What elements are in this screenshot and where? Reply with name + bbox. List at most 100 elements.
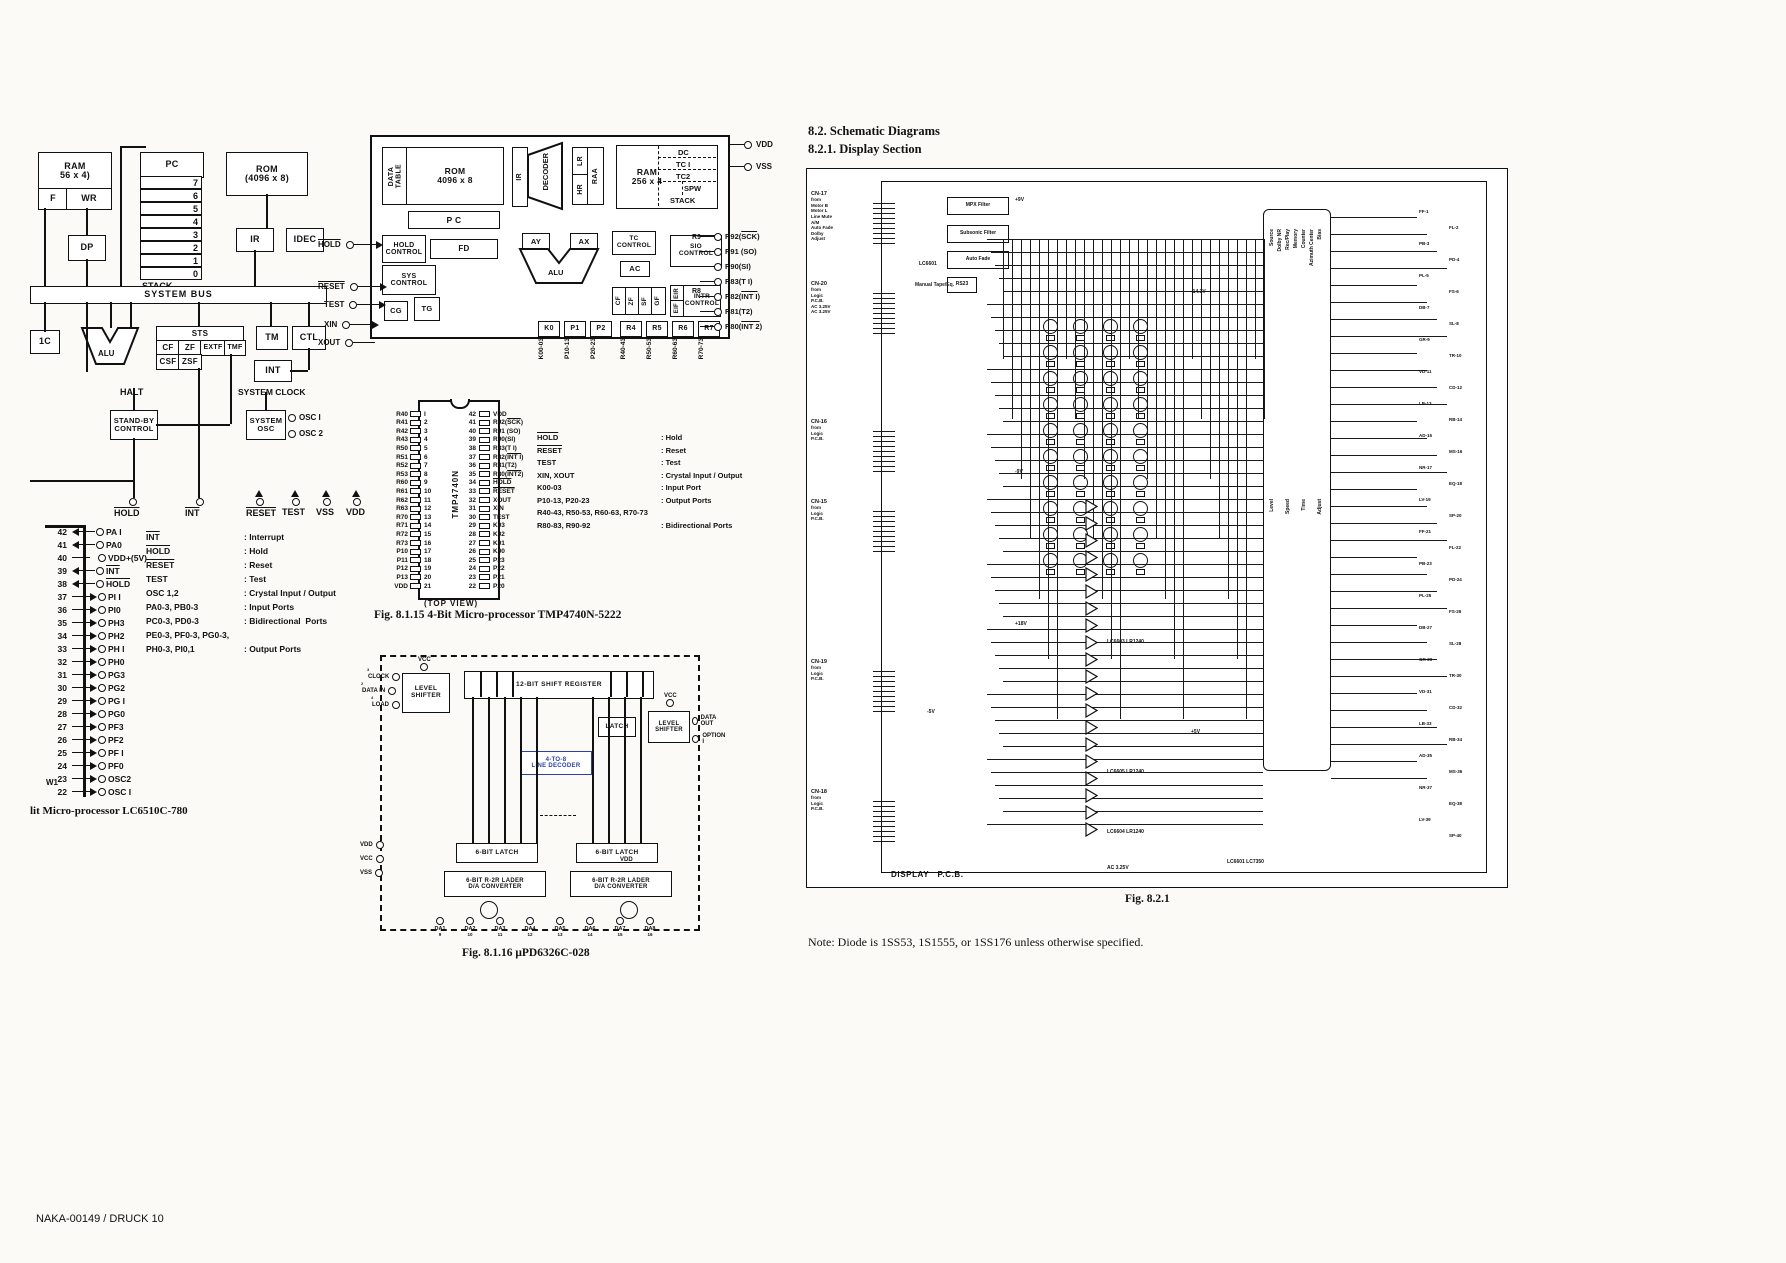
stack-cell: 4: [140, 215, 202, 228]
connector-pin: [873, 821, 895, 822]
connector-pin: [873, 303, 895, 304]
dip-legend-row: XIN, XOUT: Crystal Input / Output: [537, 470, 757, 483]
dip-right-pin: 31 XIN: [464, 505, 504, 513]
dip-right-pin: 29 K03: [464, 522, 505, 530]
pin-number: 35: [57, 617, 67, 628]
dip-left-pin: R60 9: [384, 479, 428, 487]
signal-trace-right: [1331, 506, 1427, 507]
connector-pin: [873, 308, 895, 309]
transistor-symbol: [1043, 475, 1058, 490]
decoder-label: DECODER: [541, 153, 550, 191]
bottom-terminal-int: INT: [185, 498, 204, 518]
signal-trace-right: [1331, 778, 1427, 779]
pin-annotation: TR-10: [1449, 353, 1462, 358]
signal-trace-right: [1331, 693, 1417, 694]
signal-trace: [987, 824, 1263, 825]
block-fd: FD: [430, 239, 498, 259]
legend-row: TEST: Test: [146, 572, 336, 586]
stack-cell: 5: [140, 202, 202, 215]
dip-pin-label: R71: [396, 522, 408, 530]
signal-trace: [995, 785, 1263, 786]
pin-row: 29 PG I: [45, 694, 175, 707]
signal-trace: [987, 564, 1263, 565]
dip-pin-label: R70: [396, 513, 408, 521]
connector-source: from Logic P.C.B.: [811, 287, 824, 304]
block-ac: AC: [620, 261, 650, 277]
pin-label-vss: VSS: [756, 162, 773, 171]
dip-right-pin: 28 K02: [464, 530, 505, 538]
signal-trace: [987, 694, 1263, 695]
dip-right-pin: 40 R91 (SO): [464, 427, 521, 435]
legend-desc: : Input Ports: [244, 602, 295, 612]
stack-cell: 1: [140, 254, 202, 267]
display-legend-item: Adjust: [1317, 499, 1323, 515]
pin-annotation: VD-11: [1419, 369, 1432, 374]
pin-annotation: LB-13: [1419, 401, 1432, 406]
dip-pin-number: 17: [424, 548, 432, 556]
signal-trace-right: [1331, 319, 1437, 320]
connector-pin: [873, 293, 895, 294]
terminal-label-hold: HOLD: [114, 508, 140, 518]
pin-annotation: DB-7: [1419, 305, 1430, 310]
dip-left-pin: R51 6: [384, 453, 428, 461]
pin-label-xin: XIN: [324, 320, 338, 329]
dip-legend-symbol: P10-13, P20-23: [537, 495, 590, 505]
input-label-data-in: DATA IN: [362, 688, 386, 694]
signal-trace-v: [1255, 239, 1256, 359]
input-label-clock: CLOCK: [368, 674, 390, 680]
pin-row: 24 PF0: [45, 759, 175, 772]
pin-annotation: PD-24: [1449, 577, 1462, 582]
osc1-terminal: [288, 414, 296, 423]
voltage-label: +5V: [1191, 729, 1201, 735]
halt-label: HALT: [120, 387, 144, 397]
pin-signal-label: INT: [106, 565, 120, 576]
dip-left-pin: R73 16: [384, 539, 431, 547]
dip-right-pin: 27 K01: [464, 539, 505, 547]
dip-legend-row: TEST: Test: [537, 457, 757, 470]
dac-output: DA3 11: [486, 917, 514, 937]
dip-legend: HOLD: Hold RESET: Reset TEST: Test XIN, XOU…: [537, 432, 757, 532]
signal-trace: [987, 434, 1263, 435]
pin-signal-label: PG0: [108, 708, 126, 719]
system-clock-label: SYSTEM CLOCK: [238, 387, 306, 397]
legend-desc: : Crystal Input / Output: [243, 588, 336, 598]
block-dc: DC: [678, 148, 689, 157]
signal-trace-right: [1331, 370, 1427, 371]
dip-pin-number: 12: [424, 505, 432, 513]
block-manual-tape-eq: Manual Tape/Eq.: [915, 282, 955, 288]
connector-source: from Logic P.C.B.: [811, 795, 824, 812]
pin-row: 25 PF I: [45, 746, 175, 759]
dip-pin-label: K01: [493, 539, 505, 547]
pin-annotation: FL-22: [1449, 545, 1462, 550]
dip-left-pin: R42 3: [384, 427, 428, 435]
signal-trace-v: [1201, 239, 1202, 419]
connector-pin: [873, 826, 895, 827]
dip-pin-label: TEST: [493, 513, 510, 521]
pin-signal-label: PF0: [108, 760, 124, 771]
signal-trace-v: [1066, 239, 1067, 359]
dip-left-pin: VDD 21: [384, 582, 431, 590]
transistor-symbol: [1133, 449, 1148, 464]
pin-annotation: PB-23: [1419, 561, 1432, 566]
signal-trace-right: [1331, 217, 1417, 218]
bottom-terminal-vdd: VDD: [346, 498, 365, 518]
pin-annotation: LV-39: [1419, 817, 1431, 822]
dip-left-pin: P12 19: [384, 565, 431, 573]
pin-number: 30: [57, 682, 67, 693]
connector-pin: [873, 836, 895, 837]
signal-trace-right: [1331, 455, 1437, 456]
dip-pin-label: R92(SCK): [493, 419, 523, 427]
pin-number: 38: [57, 578, 67, 589]
pin-annotation: PL-5: [1419, 273, 1429, 278]
dac-output-pin: 12: [527, 932, 533, 937]
display-legend-item: Counter: [1301, 229, 1307, 249]
pin-number: 24: [57, 760, 67, 771]
dip-pin-number: 30: [468, 513, 476, 521]
dip-pin-number: 32: [468, 496, 476, 504]
signal-trace-v: [1156, 239, 1157, 539]
transistor-symbol: [1133, 319, 1148, 334]
block-latch: LATCH: [598, 717, 636, 737]
signal-trace: [987, 239, 1263, 240]
left-caption: lit Micro-processor LC6510C-780: [30, 805, 188, 817]
legend-row: RESET: Reset: [146, 558, 336, 572]
